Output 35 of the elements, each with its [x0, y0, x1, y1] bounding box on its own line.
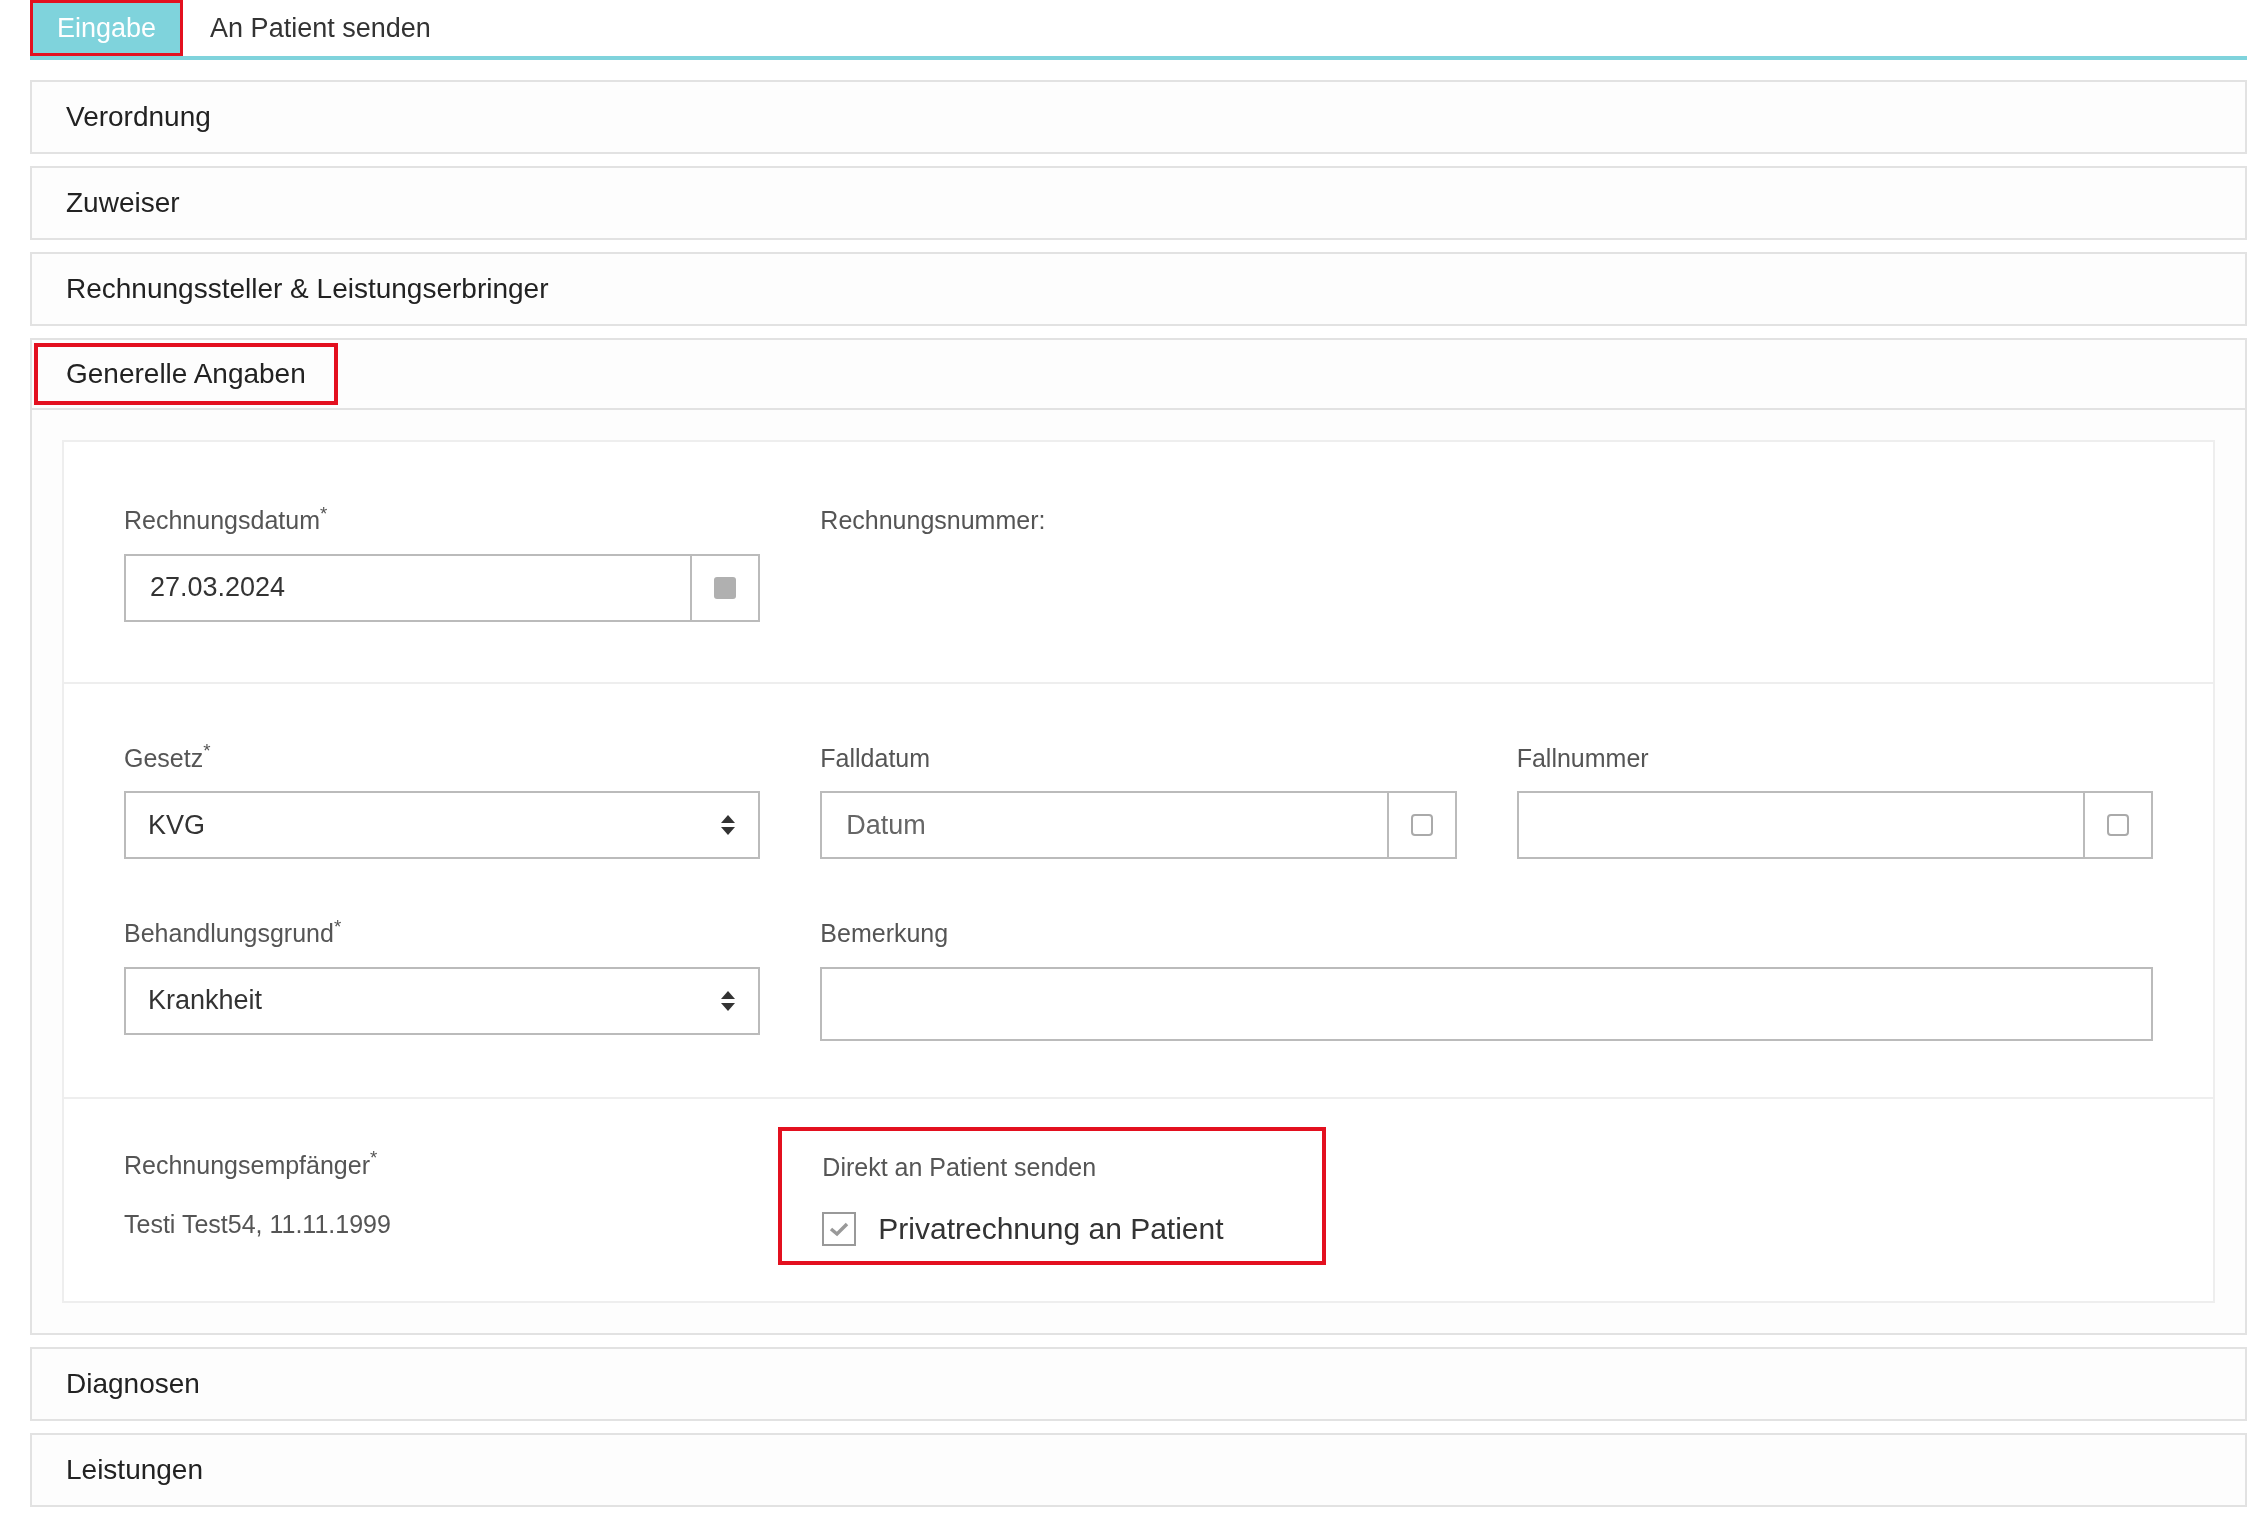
checkbox-label: Privatrechnung an Patient	[878, 1211, 1224, 1247]
select-field[interactable]: KVG	[124, 791, 761, 859]
square-icon	[1410, 814, 1433, 836]
field-label: Rechnungsdatum$^{*}$	[124, 502, 328, 536]
section-header[interactable]: Verordnung	[34, 86, 243, 148]
square-icon	[2107, 814, 2129, 836]
select-field[interactable]: Krankheit	[124, 966, 761, 1035]
square-icon	[714, 576, 737, 599]
select-value: Krankheit	[148, 984, 264, 1018]
field-label: Falldatum	[820, 742, 931, 774]
field-label: Rechnungsnummer:	[820, 505, 1046, 536]
field-label: Bemerkung	[820, 918, 949, 949]
recipient-text: Testi Test54, 11.11.1999	[124, 1209, 392, 1240]
text-input[interactable]	[1516, 791, 2085, 859]
select-value: KVG	[148, 808, 207, 842]
section-header[interactable]: Diagnosen	[34, 1353, 232, 1415]
field-label: Behandlungsgrund$^{*}$	[124, 915, 342, 949]
section-header[interactable]: Generelle Angaben	[34, 343, 338, 405]
section-header[interactable]: Leistungen	[34, 1439, 235, 1501]
picker-button[interactable]	[692, 553, 761, 622]
picker-button[interactable]	[1388, 791, 1457, 859]
field-label: Fallnummer	[1516, 742, 1649, 774]
text-input[interactable]: Datum	[820, 791, 1389, 859]
checkbox[interactable]	[822, 1211, 857, 1246]
section-header[interactable]: Zuweiser	[34, 172, 212, 234]
remark-input[interactable]	[820, 966, 2153, 1041]
picker-button[interactable]	[2085, 791, 2153, 859]
field-label: Rechnungsempfänger$^{*}$	[124, 1146, 378, 1181]
sort-caret-icon	[720, 814, 737, 836]
section-header[interactable]: Rechnungssteller & Leistungserbringer	[34, 258, 581, 320]
text-input[interactable]: 27.03.2024	[124, 553, 693, 622]
field-label: Gesetz$^{*}$	[124, 739, 211, 774]
check-icon	[829, 1220, 850, 1237]
group-label: Direkt an Patient senden	[822, 1151, 1097, 1183]
sort-caret-icon	[720, 989, 737, 1012]
